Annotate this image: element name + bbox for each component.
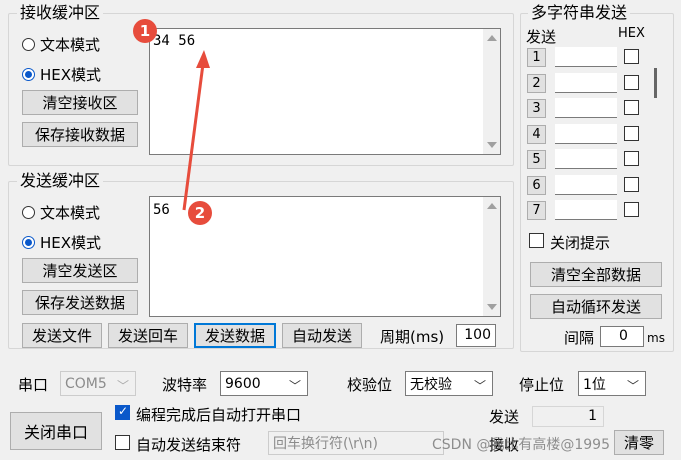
radio-circle: [22, 38, 35, 51]
port-label: 串口: [18, 376, 49, 394]
multi-row-input[interactable]: [555, 149, 617, 169]
end-char-value: 回车换行符(\r\n): [273, 436, 378, 452]
send-count-value: 1: [588, 408, 597, 424]
receive-textarea[interactable]: 34 56: [149, 28, 501, 155]
auto-loop-button[interactable]: 自动循环发送: [530, 294, 662, 319]
send-content: 56: [153, 202, 170, 218]
period-label: 周期(ms): [380, 328, 445, 346]
send-scrollbar[interactable]: [483, 197, 500, 316]
chevron-down-icon: ﹀: [116, 379, 129, 393]
clear-receive-button[interactable]: 清空接收区: [22, 90, 138, 115]
multi-row-hex-checkbox[interactable]: [624, 202, 639, 217]
radio-circle-selected: [22, 236, 35, 249]
chevron-down-icon: ﹀: [626, 379, 639, 393]
multi-row-input[interactable]: [555, 47, 617, 67]
baud-select[interactable]: 9600 ﹀: [220, 371, 308, 396]
stop-label: 停止位: [519, 376, 565, 394]
scroll-up-icon[interactable]: [487, 203, 497, 209]
auto-open-label: 编程完成后自动打开串口: [136, 406, 302, 424]
scroll-up-icon[interactable]: [487, 35, 497, 41]
send-data-button[interactable]: 发送数据: [194, 323, 276, 348]
receive-hex-mode-label: HEX模式: [40, 66, 102, 84]
parity-value: 无校验: [410, 376, 452, 393]
interval-input[interactable]: 0: [600, 326, 644, 347]
multi-row-hex-checkbox[interactable]: [624, 100, 639, 115]
clear-all-button[interactable]: 清空全部数据: [530, 262, 662, 287]
annotation-marker-1: 1: [133, 19, 157, 43]
receive-hex-mode-radio[interactable]: HEX模式: [22, 64, 101, 85]
port-select[interactable]: COM5 ﹀: [60, 371, 136, 396]
send-text-mode-label: 文本模式: [40, 204, 101, 222]
multi-row-send-button[interactable]: 5: [527, 150, 546, 169]
multi-row-send-button[interactable]: 3: [527, 99, 546, 118]
end-char-select[interactable]: 回车换行符(\r\n): [268, 431, 444, 455]
chevron-down-icon: ﹀: [473, 379, 486, 393]
period-value: 100: [464, 327, 491, 343]
multi-row-send-button[interactable]: 7: [527, 201, 546, 220]
clear-count-button[interactable]: 清零: [614, 430, 664, 455]
period-input[interactable]: 100: [456, 324, 496, 347]
multi-row-send-button[interactable]: 1: [527, 48, 546, 67]
multi-row-input[interactable]: [555, 174, 617, 195]
multi-row-send-button[interactable]: 4: [527, 124, 546, 144]
save-send-button[interactable]: 保存发送数据: [22, 290, 138, 315]
multi-row-hex-checkbox[interactable]: [624, 49, 639, 64]
scroll-down-icon[interactable]: [487, 142, 497, 148]
multi-row-send-button[interactable]: 6: [527, 175, 546, 195]
auto-end-label: 自动发送结束符: [136, 436, 242, 454]
receive-text-mode-label: 文本模式: [40, 36, 101, 54]
multi-string-title: 多字符串发送: [528, 4, 631, 22]
multi-row-send-button[interactable]: 2: [527, 73, 546, 93]
multi-col-hex-label: HEX: [618, 26, 645, 41]
chevron-down-icon: ﹀: [288, 379, 301, 393]
parity-select[interactable]: 无校验 ﹀: [405, 371, 493, 396]
interval-value: 0: [619, 328, 628, 344]
stop-select[interactable]: 1位 ﹀: [578, 371, 646, 396]
interval-label: 间隔: [564, 329, 595, 347]
multi-scrollbar-thumb[interactable]: [654, 68, 657, 98]
send-hex-mode-radio[interactable]: HEX模式: [22, 232, 101, 253]
interval-unit: ms: [647, 331, 665, 345]
send-file-button[interactable]: 发送文件: [22, 323, 102, 348]
auto-send-button[interactable]: 自动发送: [282, 323, 362, 348]
receive-text-mode-radio[interactable]: 文本模式: [22, 34, 100, 55]
send-count-field: 1: [532, 406, 604, 427]
close-hint-checkbox[interactable]: [529, 233, 544, 248]
close-port-button[interactable]: 关闭串口: [10, 412, 102, 450]
receive-scrollbar[interactable]: [483, 29, 500, 154]
send-hex-mode-label: HEX模式: [40, 234, 102, 252]
auto-end-checkbox[interactable]: [115, 435, 130, 450]
parity-label: 校验位: [347, 376, 393, 394]
radio-circle: [22, 206, 35, 219]
baud-label: 波特率: [162, 376, 208, 394]
multi-col-send-label: 发送: [526, 28, 557, 46]
send-enter-button[interactable]: 发送回车: [108, 323, 188, 348]
multi-row-hex-checkbox[interactable]: [624, 74, 639, 90]
multi-row-hex-checkbox[interactable]: [624, 176, 639, 192]
send-buffer-title: 发送缓冲区: [17, 172, 104, 190]
annotation-marker-2: 2: [188, 201, 212, 225]
multi-row-input[interactable]: [555, 72, 617, 93]
save-receive-button[interactable]: 保存接收数据: [22, 122, 138, 147]
port-value: COM5: [65, 375, 107, 392]
watermark-text: CSDN @我比有高楼@1995: [432, 437, 610, 453]
stop-value: 1位: [583, 376, 606, 393]
close-hint-label: 关闭提示: [550, 234, 611, 252]
receive-content: 34 56: [153, 33, 196, 49]
multi-row-input[interactable]: [555, 200, 617, 220]
radio-circle-selected: [22, 68, 35, 81]
send-text-mode-radio[interactable]: 文本模式: [22, 202, 100, 223]
clear-send-button[interactable]: 清空发送区: [22, 258, 138, 283]
multi-row-input[interactable]: [555, 123, 617, 144]
auto-open-checkbox[interactable]: [115, 404, 130, 420]
multi-row-hex-checkbox[interactable]: [624, 125, 639, 141]
scroll-down-icon[interactable]: [487, 304, 497, 310]
multi-row-input[interactable]: [555, 98, 617, 118]
send-count-label: 发送: [489, 408, 520, 426]
receive-buffer-title: 接收缓冲区: [17, 4, 104, 22]
multi-row-hex-checkbox[interactable]: [624, 151, 639, 166]
baud-value: 9600: [225, 375, 261, 392]
